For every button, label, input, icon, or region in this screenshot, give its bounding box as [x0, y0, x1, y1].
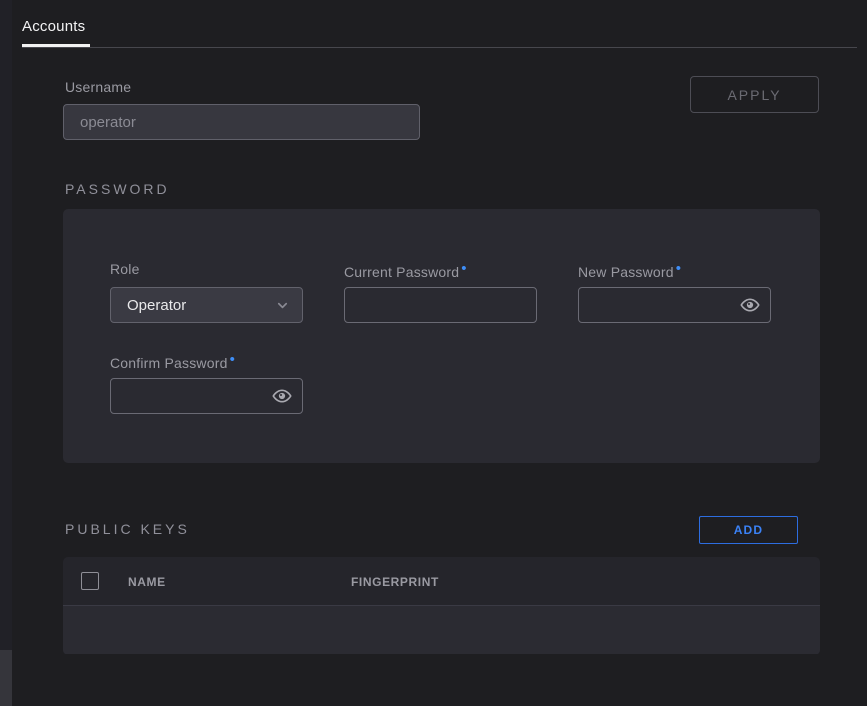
new-password-label: New Password• [578, 261, 681, 280]
new-password-field-wrap [578, 287, 771, 323]
eye-icon[interactable] [270, 384, 294, 408]
required-marker: • [676, 260, 681, 277]
column-header-fingerprint: FINGERPRINT [351, 575, 439, 589]
background-edge-strip-bottom [0, 650, 12, 706]
tab-bar-divider [22, 47, 857, 48]
background-edge-strip [0, 0, 12, 706]
role-select[interactable]: Operator [110, 287, 303, 323]
accounts-settings-page: Accounts Username APPLY PASSWORD Role Op… [0, 0, 867, 706]
public-keys-table: NAME FINGERPRINT [63, 557, 820, 655]
eye-icon[interactable] [738, 293, 762, 317]
add-public-key-button[interactable]: ADD [699, 516, 798, 544]
public-keys-empty-row [63, 606, 820, 654]
column-header-name: NAME [128, 575, 166, 589]
select-all-checkbox[interactable] [81, 572, 99, 590]
chevron-down-icon [275, 298, 290, 313]
username-input[interactable] [63, 104, 420, 140]
username-label: Username [65, 79, 131, 95]
required-marker: • [461, 260, 466, 277]
confirm-password-label: Confirm Password• [110, 352, 235, 371]
password-panel: Role Operator Current Password• New Pass… [63, 209, 820, 463]
public-keys-section-heading: PUBLIC KEYS [65, 521, 190, 537]
current-password-input[interactable] [345, 288, 536, 322]
public-keys-table-header: NAME FINGERPRINT [63, 557, 820, 606]
current-password-label: Current Password• [344, 261, 467, 280]
role-select-value: Operator [127, 297, 186, 314]
current-password-field-wrap [344, 287, 537, 323]
required-marker: • [230, 351, 235, 368]
role-label: Role [110, 261, 140, 277]
password-section-heading: PASSWORD [65, 181, 170, 197]
apply-button[interactable]: APPLY [690, 76, 819, 113]
confirm-password-field-wrap [110, 378, 303, 414]
tab-accounts[interactable]: Accounts [22, 18, 85, 35]
